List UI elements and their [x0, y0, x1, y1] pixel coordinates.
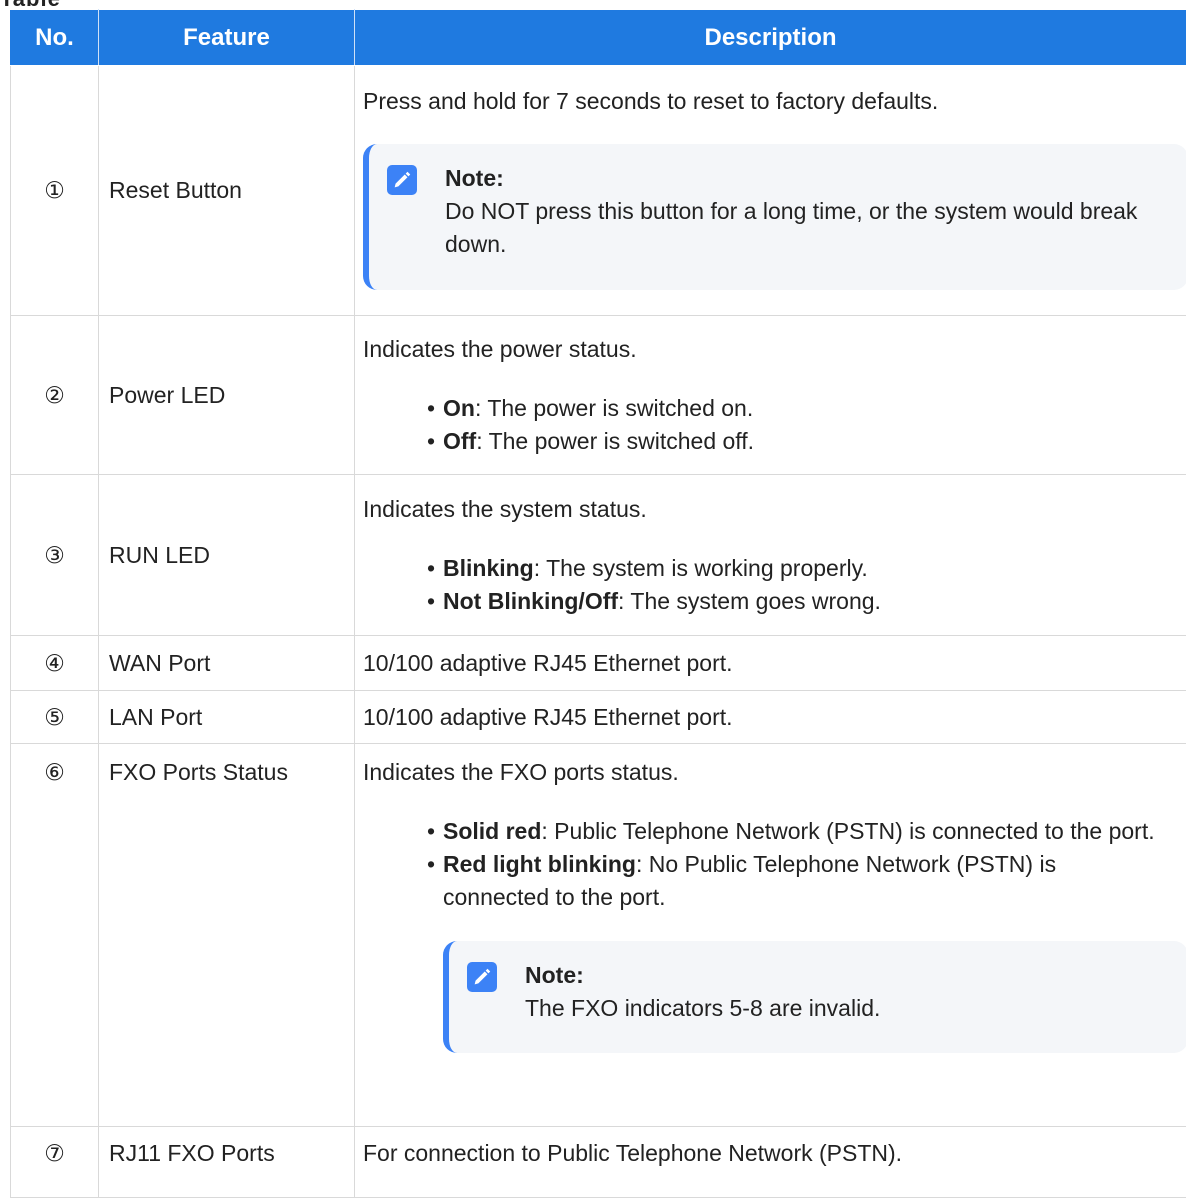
bullet-term: Red light blinking [443, 851, 636, 877]
cropped-caption-text: Table [0, 0, 1186, 9]
table-row: ⑤ LAN Port 10/100 adaptive RJ45 Ethernet… [11, 691, 1186, 744]
row-number: ④ [11, 636, 99, 691]
bullet-term: Not Blinking/Off [443, 588, 618, 614]
note-text: The FXO indicators 5-8 are invalid. [525, 992, 1170, 1025]
row-description: Indicates the power status. On: The powe… [355, 316, 1186, 475]
row-number: ⑤ [11, 691, 99, 744]
bullet-term: Off [443, 428, 476, 454]
row-number: ① [11, 66, 99, 316]
row-feature: RJ11 FXO Ports [99, 1127, 355, 1198]
table-header-row: No. Feature Description [11, 10, 1186, 66]
row-feature: Reset Button [99, 66, 355, 316]
table-row: ② Power LED Indicates the power status. … [11, 316, 1186, 475]
row-feature: Power LED [99, 316, 355, 475]
list-item: Blinking: The system is working properly… [435, 552, 1178, 585]
header-feature: Feature [99, 10, 355, 66]
bullet-desc: : The power is switched on. [475, 395, 753, 421]
table-row: ③ RUN LED Indicates the system status. B… [11, 475, 1186, 636]
bullet-list: On: The power is switched on. Off: The p… [363, 392, 1178, 458]
bullet-list: Solid red: Public Telephone Network (PST… [363, 815, 1178, 914]
description-text: Indicates the FXO ports status. [363, 756, 1178, 789]
row-feature: LAN Port [99, 691, 355, 744]
note-box: Note: The FXO indicators 5-8 are invalid… [443, 941, 1186, 1053]
list-item: On: The power is switched on. [435, 392, 1178, 425]
bullet-desc: : Public Telephone Network (PSTN) is con… [541, 818, 1154, 844]
list-item: Not Blinking/Off: The system goes wrong. [435, 585, 1178, 618]
row-description: Press and hold for 7 seconds to reset to… [355, 66, 1186, 316]
description-text: Indicates the power status. [363, 333, 1178, 366]
note-content: Note: The FXO indicators 5-8 are invalid… [525, 959, 1170, 1025]
row-number: ② [11, 316, 99, 475]
row-feature: WAN Port [99, 636, 355, 691]
note-box: Note: Do NOT press this button for a lon… [363, 144, 1186, 290]
feature-table: No. Feature Description ① Reset Button P… [10, 9, 1186, 1198]
description-text: Press and hold for 7 seconds to reset to… [363, 85, 1178, 118]
note-text: Do NOT press this button for a long time… [445, 195, 1170, 261]
row-number: ⑦ [11, 1127, 99, 1198]
cropped-caption: Table [0, 0, 1186, 9]
bullet-desc: : The system is working properly. [534, 555, 868, 581]
bullet-term: Blinking [443, 555, 534, 581]
row-description: For connection to Public Telephone Netwo… [355, 1127, 1186, 1198]
list-item: Solid red: Public Telephone Network (PST… [435, 815, 1158, 848]
pencil-icon [467, 962, 497, 992]
row-description: 10/100 adaptive RJ45 Ethernet port. [355, 691, 1186, 744]
table-row: ① Reset Button Press and hold for 7 seco… [11, 66, 1186, 316]
table-row: ⑦ RJ11 FXO Ports For connection to Publi… [11, 1127, 1186, 1198]
header-description: Description [355, 10, 1186, 66]
note-label: Note: [525, 959, 1170, 992]
bullet-desc: : The system goes wrong. [618, 588, 881, 614]
row-number: ③ [11, 475, 99, 636]
table-row: ④ WAN Port 10/100 adaptive RJ45 Ethernet… [11, 636, 1186, 691]
bullet-list: Blinking: The system is working properly… [363, 552, 1178, 618]
row-description: Indicates the FXO ports status. Solid re… [355, 744, 1186, 1127]
row-description: 10/100 adaptive RJ45 Ethernet port. [355, 636, 1186, 691]
description-text: Indicates the system status. [363, 493, 1178, 526]
list-item: Off: The power is switched off. [435, 425, 1178, 458]
bullet-term: On [443, 395, 475, 421]
row-feature: RUN LED [99, 475, 355, 636]
pencil-icon [387, 165, 417, 195]
table-row: ⑥ FXO Ports Status Indicates the FXO por… [11, 744, 1186, 1127]
note-content: Note: Do NOT press this button for a lon… [445, 162, 1170, 261]
note-label: Note: [445, 162, 1170, 195]
row-number: ⑥ [11, 744, 99, 1127]
row-feature: FXO Ports Status [99, 744, 355, 1127]
bullet-desc: : The power is switched off. [476, 428, 754, 454]
bullet-term: Solid red [443, 818, 541, 844]
header-no: No. [11, 10, 99, 66]
row-description: Indicates the system status. Blinking: T… [355, 475, 1186, 636]
list-item: Red light blinking: No Public Telephone … [435, 848, 1158, 914]
